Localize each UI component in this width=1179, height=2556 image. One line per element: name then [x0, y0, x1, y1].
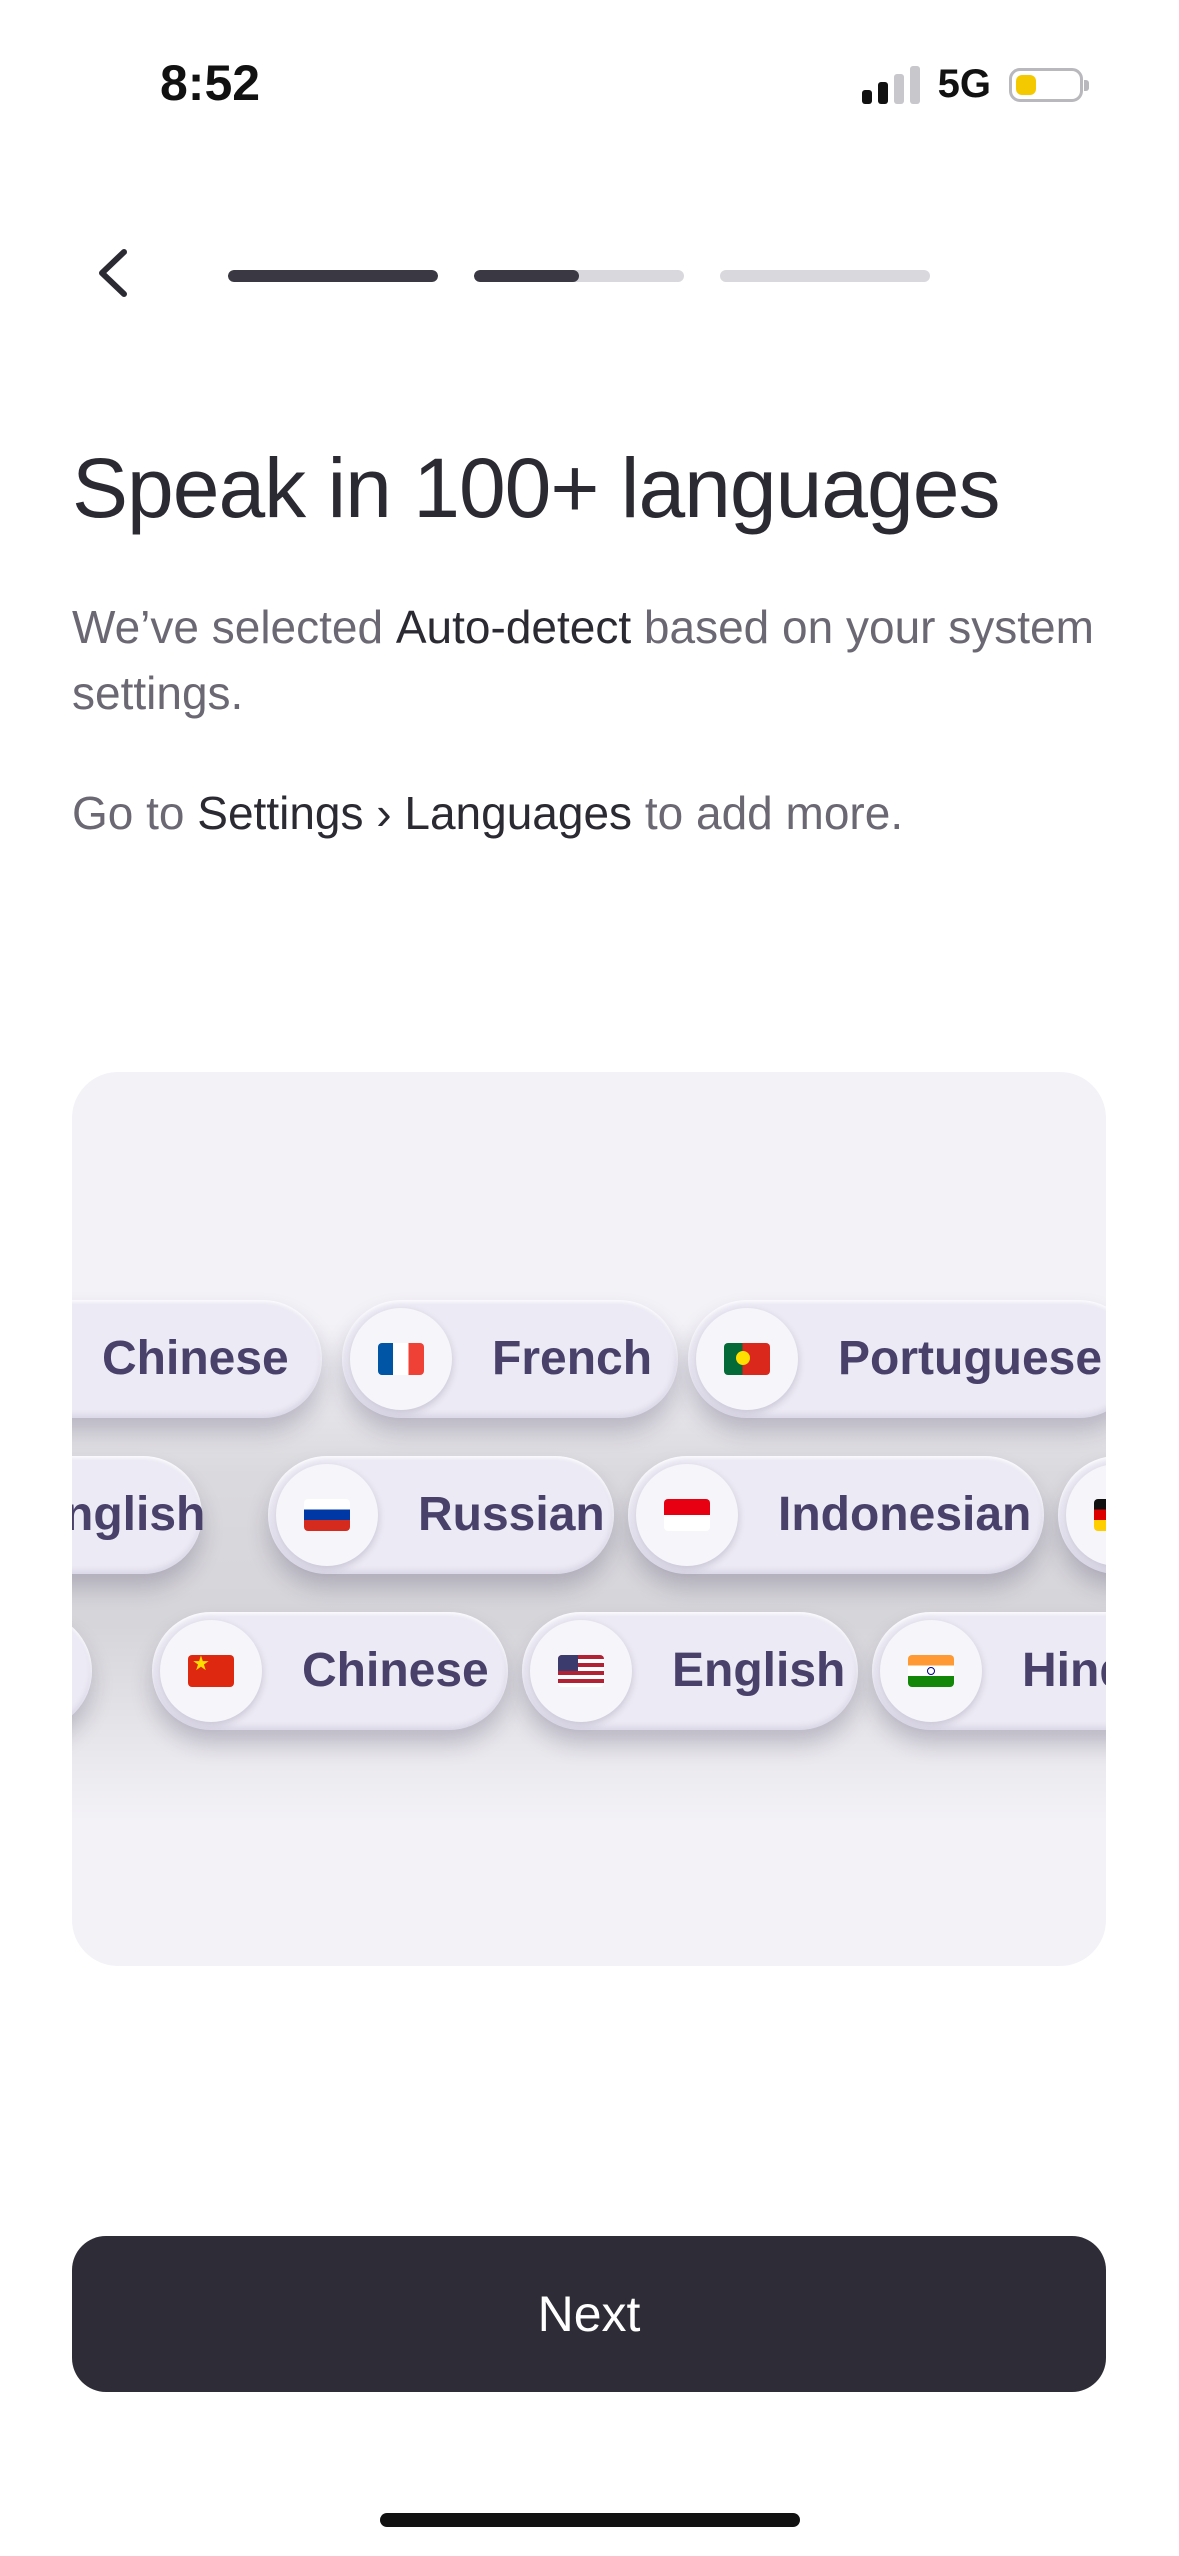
chevron-left-icon	[99, 249, 127, 297]
desc-text: to add more.	[632, 787, 904, 839]
language-label: Russian	[418, 1488, 605, 1541]
flag-icon-fr	[350, 1308, 452, 1410]
flag-icon-id	[636, 1464, 738, 1566]
battery-icon	[1009, 67, 1089, 102]
flag-de	[1094, 1499, 1106, 1531]
flag-pt	[724, 1343, 770, 1375]
language-label: Chinese	[102, 1332, 289, 1385]
flag-icon-ru	[276, 1464, 378, 1566]
back-button[interactable]	[86, 246, 140, 300]
language-label: Portuguese	[838, 1332, 1103, 1385]
language-label: English	[72, 1488, 206, 1541]
language-pill-english: English	[522, 1612, 858, 1730]
language-pill-indonesian: Indonesian	[628, 1456, 1044, 1574]
language-pill-portuguese: Portuguese	[688, 1300, 1106, 1418]
language-label: English	[672, 1644, 846, 1697]
desc-text: Go to	[72, 787, 198, 839]
page-title: Speak in 100+ languages	[72, 441, 1000, 535]
status-indicators: 5G	[861, 62, 1089, 107]
network-type: 5G	[937, 62, 991, 106]
description-auto-detect: We’ve selected Auto-detect based on your…	[72, 594, 1112, 726]
cellular-signal-icon	[861, 65, 920, 104]
flag-icon-pt	[696, 1308, 798, 1410]
language-label: French	[492, 1332, 653, 1385]
progress-step-3	[720, 270, 930, 282]
flag-icon-in	[880, 1620, 982, 1722]
desc-bold-settings-path: Settings › Languages	[197, 787, 633, 839]
language-label: Chinese	[302, 1644, 489, 1697]
language-pill-chinese: Chinese	[152, 1612, 508, 1730]
language-pill-chinese: Chinese	[72, 1300, 322, 1418]
language-label: Hind	[1022, 1644, 1106, 1697]
desc-text: We’ve selected	[72, 601, 396, 653]
flag-id	[664, 1499, 710, 1531]
next-button[interactable]: Next	[72, 2236, 1106, 2392]
language-pill-russian: Russian	[268, 1456, 614, 1574]
flag-fr	[378, 1343, 424, 1375]
progress-step-1	[228, 270, 438, 282]
progress-fill	[228, 270, 438, 282]
language-pill-french: French	[342, 1300, 678, 1418]
flag-icon-cn	[160, 1620, 262, 1722]
flag-cn	[188, 1655, 234, 1687]
progress-fill	[474, 270, 579, 282]
flag-us	[558, 1655, 604, 1687]
language-pill-hind: Hind	[872, 1612, 1106, 1730]
flag-ru	[304, 1499, 350, 1531]
language-label: Indonesian	[778, 1488, 1032, 1541]
progress-step-2	[474, 270, 684, 282]
language-carousel-card: Chinese French Portuguese English Russian Ind…	[72, 1072, 1106, 1966]
home-indicator	[380, 2513, 800, 2527]
description-settings-hint: Go to Settings › Languages to add more.	[72, 780, 1112, 846]
flag-icon-de	[1066, 1464, 1106, 1566]
status-time: 8:52	[160, 55, 261, 111]
flag-icon-us	[530, 1620, 632, 1722]
desc-bold-auto-detect: Auto-detect	[395, 601, 632, 653]
flag-in	[908, 1655, 954, 1687]
language-pill-english: English	[72, 1456, 206, 1574]
